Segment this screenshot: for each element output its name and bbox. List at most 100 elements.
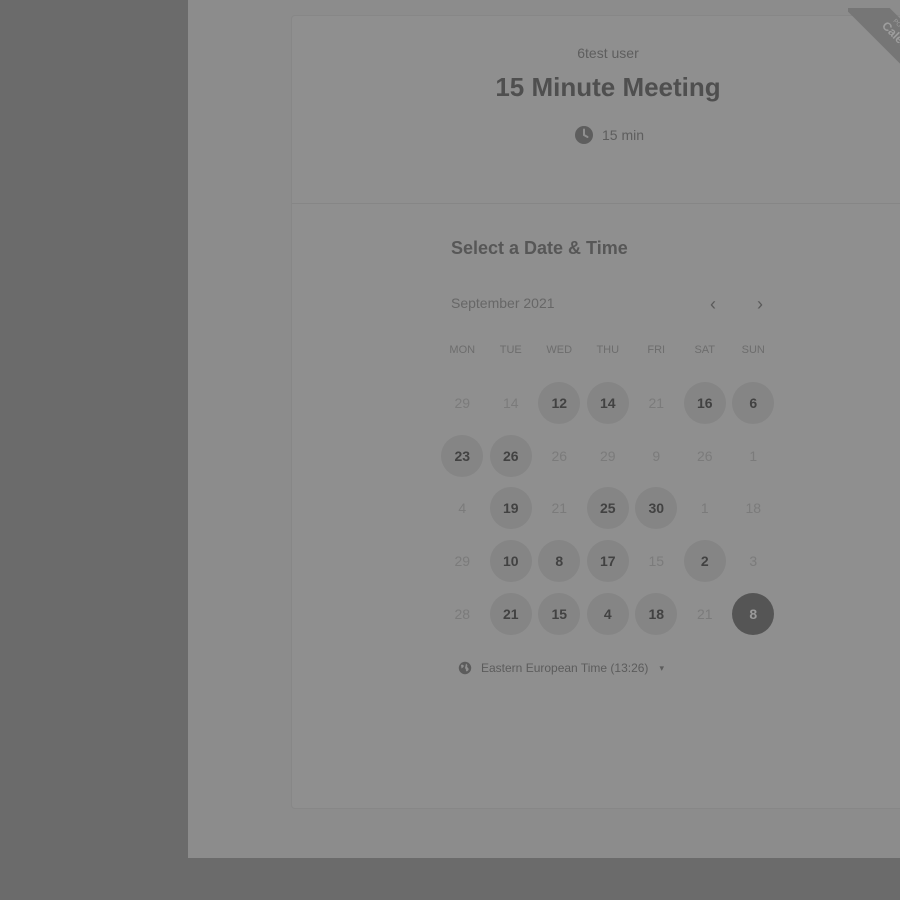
calendar-day-number: 17 [586,540,629,583]
booking-card: 6test user 15 Minute Meeting 15 min POWE… [291,8,900,809]
calendar-day-available[interactable]: 4 [584,588,633,640]
calendar-day-available[interactable]: 17 [584,535,633,587]
calendar-day-available[interactable]: 19 [487,482,536,534]
host-name: 6test user [577,45,639,61]
calendar-day-number: 29 [599,447,616,464]
calendar-day-number: 10 [489,540,532,583]
calendar-day-available[interactable]: 10 [487,535,536,587]
calendar-day-number: 6 [732,382,775,424]
calendar-day-unavailable: 28 [438,588,487,640]
calendar-day-number: 18 [745,500,762,517]
calendar-day-number: 25 [586,487,629,530]
calendar-day-available[interactable]: 15 [535,588,584,640]
calendar-day-number: 21 [489,592,532,635]
calendar-day-available[interactable]: 2 [681,535,730,587]
calendar-week: 29 14 12 14 21 16 6 [438,377,778,429]
calendar-day-number: 29 [454,395,471,411]
calendar-day-available[interactable]: 23 [438,430,487,482]
timezone-selector[interactable]: Eastern European Time (13:26) ▾ [458,661,664,675]
calendar-day-unavailable: 1 [729,430,778,482]
clock-icon [575,126,593,144]
next-month-button[interactable]: › [748,292,772,316]
calendar-day-unavailable: 15 [632,535,681,587]
calendar-week: 29 10 8 17 15 2 3 [438,535,778,587]
chevron-down-icon: ▾ [659,662,664,673]
calendar-day-number: 26 [696,447,713,464]
prev-month-button[interactable]: ‹ [701,292,725,316]
calendar-day-number: 19 [489,487,532,530]
calendar-day-unavailable: 29 [584,430,633,482]
calendar-day-number: 8 [732,592,775,635]
calendar-day-unavailable: 21 [632,377,681,429]
calendar-day-number: 21 [648,395,665,411]
calendar-day-available[interactable]: 8 [535,535,584,587]
weekday-label: WED [546,344,573,356]
calendar-day-number: 1 [700,500,709,517]
calendar-day-unavailable: 26 [681,430,730,482]
weekday-label: FRI [647,344,666,356]
calendar-day-number: 12 [538,382,581,424]
calendar-day-number: 14 [502,395,519,411]
calendar-day-unavailable: 18 [729,482,778,534]
calendar-day-number: 14 [586,382,629,424]
calendar-day-number: 21 [696,605,713,622]
month-label: September 2021 [451,295,555,311]
calendar-day-number: 26 [551,447,568,464]
event-title: 15 Minute Meeting [495,72,721,102]
calendar-day-unavailable: 29 [438,535,487,587]
calendar-day-number: 3 [749,553,758,570]
calendar-day-unavailable: 26 [535,430,584,482]
calendar-day-number: 16 [683,382,726,424]
weekday-label: SAT [694,344,716,356]
duration-label: 15 min [602,127,645,143]
calendar-day-number: 15 [538,592,581,635]
calendar-day-number: 23 [441,434,484,477]
calendar-day-selected[interactable]: 8 [729,588,778,640]
calendar-day-number: 30 [635,487,678,530]
calendar-day-unavailable: 14 [487,377,536,429]
select-date-title: Select a Date & Time [451,238,628,258]
event-header: 6test user 15 Minute Meeting 15 min [292,16,900,204]
ribbon-brand-text: Calendly [879,18,900,64]
calendar-day-number: 1 [749,447,758,464]
calendar-day-number: 29 [454,553,471,570]
calendar-day-unavailable: 9 [632,430,681,482]
weekday-header: MON TUE WED THU FRI SAT SUN [438,344,778,356]
calendar-day-unavailable: 21 [535,482,584,534]
calendar-day-unavailable: 29 [438,377,487,429]
calendar-day-number: 8 [538,540,581,583]
weekday-label: MON [449,344,476,356]
calendar-day-available[interactable]: 30 [632,482,681,534]
calendar-day-number: 2 [683,540,726,583]
calendar-week: 28 21 15 4 18 21 8 [438,588,778,640]
calendar-day-number: 15 [648,553,665,570]
calendar-day-number: 21 [551,500,568,517]
calendar-day-number: 18 [635,592,678,635]
calendar-day-available[interactable]: 26 [487,430,536,482]
weekday-label: TUE [499,344,522,356]
calendar-day-available[interactable]: 12 [535,377,584,429]
calendar-day-available[interactable]: 16 [681,377,730,429]
globe-icon [458,661,472,675]
event-duration: 15 min [574,125,644,145]
calendar-day-available[interactable]: 18 [632,588,681,640]
calendar-day-available[interactable]: 6 [729,377,778,429]
calendar-day-available[interactable]: 21 [487,588,536,640]
calendar-day-number: 4 [458,500,467,517]
calendar-day-number: 4 [586,592,629,635]
calendar-day-unavailable: 3 [729,535,778,587]
calendar-day-number: 26 [489,434,532,477]
calendar-day-number: 28 [454,605,471,622]
weekday-label: SUN [741,344,765,356]
powered-by-ribbon[interactable]: POWERED BY Calendly [848,8,900,98]
calendar-week: 4 19 21 25 30 1 18 [438,482,778,534]
weekday-label: THU [596,344,620,356]
calendar-day-available[interactable]: 25 [584,482,633,534]
calendar-day-unavailable: 1 [681,482,730,534]
calendar-day-available[interactable]: 14 [584,377,633,429]
calendar-day-unavailable: 21 [681,588,730,640]
timezone-label: Eastern European Time (13:26) [481,661,649,675]
calendar-day-number: 9 [652,447,661,464]
booking-page: 6test user 15 Minute Meeting 15 min POWE… [188,0,900,858]
calendar-week: 23 26 26 29 9 26 1 [438,430,778,482]
